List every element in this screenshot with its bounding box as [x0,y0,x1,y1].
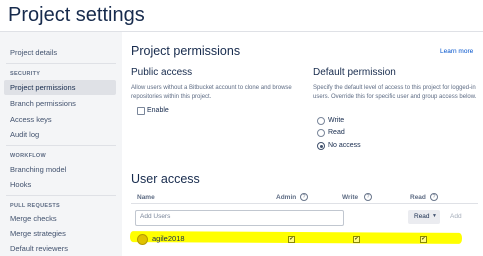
help-icon[interactable]: ? [364,193,372,201]
help-icon[interactable]: ? [300,193,308,201]
radio-read[interactable] [317,129,325,137]
sidebar-item-hooks[interactable]: Hooks [10,180,31,189]
user-name[interactable]: agile2018 [152,234,185,243]
sidebar-divider [6,145,116,146]
sidebar-item-branch-permissions[interactable]: Branch permissions [10,99,76,108]
sidebar-item-merge-strategies[interactable]: Merge strategies [10,229,66,238]
sidebar-item-project-permissions[interactable]: Project permissions [10,83,75,92]
column-header-name: Name [137,194,155,201]
sidebar-section-security: SECURITY [10,71,41,77]
radio-read-label: Read [328,129,345,136]
user-access-title: User access [131,172,200,186]
write-permission-checkbox[interactable]: ✔ [353,236,360,243]
page-title: Project settings [8,4,145,26]
radio-no-access[interactable] [317,142,325,150]
public-access-description: Allow users without a Bitbucket account … [131,85,292,100]
table-header-divider [131,203,478,204]
learn-more-link[interactable]: Learn more [440,48,473,55]
chevron-down-icon: ▼ [432,213,437,219]
default-permission-title: Default permission [313,67,396,78]
avatar [137,234,148,245]
permission-select-value: Read [414,213,430,220]
radio-no-access-label: No access [328,142,361,149]
radio-write-label: Write [328,117,345,124]
public-access-title: Public access [131,67,193,78]
sidebar-divider [6,195,116,196]
sidebar-section-pull-requests: PULL REQUESTS [10,203,60,209]
help-icon[interactable]: ? [430,193,438,201]
sidebar-item-branching-model[interactable]: Branching model [10,165,66,174]
sidebar-item-project-details[interactable]: Project details [10,48,57,57]
sidebar-section-workflow: WORKFLOW [10,153,47,159]
add-users-placeholder: Add Users [140,213,171,220]
sidebar-item-merge-checks[interactable]: Merge checks [10,214,57,223]
sidebar-item-audit-log[interactable]: Audit log [10,130,39,139]
read-permission-checkbox[interactable]: ✔ [420,236,427,243]
admin-permission-checkbox[interactable]: ✔ [288,236,295,243]
column-header-admin: Admin [276,194,297,201]
column-header-read: Read [410,194,426,201]
add-button[interactable]: Add [450,213,462,220]
enable-label: Enable [147,107,169,114]
sidebar-item-access-keys[interactable]: Access keys [10,115,52,124]
section-title: Project permissions [131,44,241,58]
radio-write[interactable] [317,117,325,125]
default-permission-description: Specify the default level of access to t… [313,85,477,100]
sidebar-item-default-reviewers[interactable]: Default reviewers [10,244,68,253]
sidebar-divider [6,63,116,64]
enable-public-access-checkbox[interactable] [137,107,145,115]
column-header-write: Write [342,194,359,201]
